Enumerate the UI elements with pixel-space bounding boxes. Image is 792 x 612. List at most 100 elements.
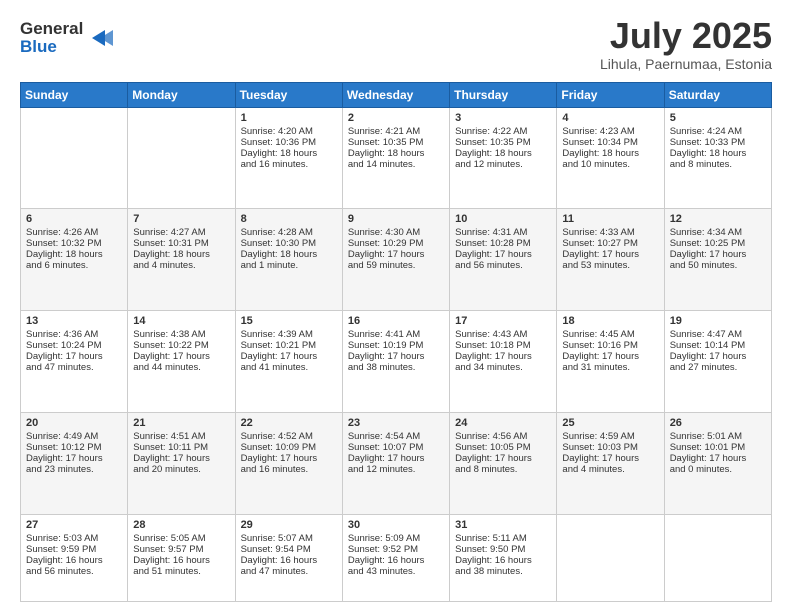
col-header-tuesday: Tuesday: [235, 82, 342, 107]
day-info: Sunset: 10:28 PM: [455, 238, 551, 249]
calendar-cell: 2Sunrise: 4:21 AMSunset: 10:35 PMDayligh…: [342, 107, 449, 209]
day-info: and 56 minutes.: [455, 260, 551, 271]
day-info: and 38 minutes.: [455, 566, 551, 577]
day-info: Sunset: 10:14 PM: [670, 340, 766, 351]
calendar-cell: 12Sunrise: 4:34 AMSunset: 10:25 PMDaylig…: [664, 209, 771, 311]
logo-text-block: General Blue: [20, 16, 120, 63]
day-info: Daylight: 17 hours: [455, 453, 551, 464]
day-number: 9: [348, 213, 444, 225]
page: General Blue July 2025 Lihula, Paernumaa…: [0, 0, 792, 612]
day-number: 17: [455, 315, 551, 327]
day-number: 10: [455, 213, 551, 225]
day-number: 18: [562, 315, 658, 327]
day-info: Daylight: 16 hours: [26, 555, 122, 566]
col-header-friday: Friday: [557, 82, 664, 107]
calendar-cell: 7Sunrise: 4:27 AMSunset: 10:31 PMDayligh…: [128, 209, 235, 311]
calendar-cell: 20Sunrise: 4:49 AMSunset: 10:12 PMDaylig…: [21, 413, 128, 515]
day-info: and 44 minutes.: [133, 362, 229, 373]
calendar-cell: 9Sunrise: 4:30 AMSunset: 10:29 PMDayligh…: [342, 209, 449, 311]
day-info: and 59 minutes.: [348, 260, 444, 271]
day-info: and 6 minutes.: [26, 260, 122, 271]
day-info: Sunset: 10:12 PM: [26, 442, 122, 453]
day-info: Sunrise: 4:59 AM: [562, 431, 658, 442]
day-info: Sunrise: 4:34 AM: [670, 227, 766, 238]
day-info: Daylight: 17 hours: [348, 453, 444, 464]
calendar-cell: [664, 515, 771, 602]
logo: General Blue: [20, 16, 120, 63]
day-info: Daylight: 17 hours: [26, 453, 122, 464]
day-info: Sunrise: 5:09 AM: [348, 533, 444, 544]
day-info: Sunrise: 4:20 AM: [241, 126, 337, 137]
day-info: Sunrise: 5:07 AM: [241, 533, 337, 544]
day-info: Daylight: 17 hours: [348, 351, 444, 362]
day-info: Sunset: 10:07 PM: [348, 442, 444, 453]
day-info: Sunrise: 4:38 AM: [133, 329, 229, 340]
day-number: 24: [455, 417, 551, 429]
day-info: Sunset: 9:57 PM: [133, 544, 229, 555]
day-info: Sunrise: 4:28 AM: [241, 227, 337, 238]
week-row-4: 20Sunrise: 4:49 AMSunset: 10:12 PMDaylig…: [21, 413, 772, 515]
svg-text:Blue: Blue: [20, 37, 57, 56]
day-number: 21: [133, 417, 229, 429]
calendar-cell: 16Sunrise: 4:41 AMSunset: 10:19 PMDaylig…: [342, 311, 449, 413]
day-info: Sunrise: 4:31 AM: [455, 227, 551, 238]
day-number: 6: [26, 213, 122, 225]
calendar-cell: 19Sunrise: 4:47 AMSunset: 10:14 PMDaylig…: [664, 311, 771, 413]
day-info: Sunset: 10:05 PM: [455, 442, 551, 453]
col-header-saturday: Saturday: [664, 82, 771, 107]
day-info: and 0 minutes.: [670, 464, 766, 475]
day-info: and 31 minutes.: [562, 362, 658, 373]
calendar-cell: 10Sunrise: 4:31 AMSunset: 10:28 PMDaylig…: [450, 209, 557, 311]
calendar-cell: [128, 107, 235, 209]
day-info: Sunrise: 4:33 AM: [562, 227, 658, 238]
day-number: 2: [348, 112, 444, 124]
day-info: Daylight: 17 hours: [241, 351, 337, 362]
calendar-cell: 15Sunrise: 4:39 AMSunset: 10:21 PMDaylig…: [235, 311, 342, 413]
calendar-cell: 17Sunrise: 4:43 AMSunset: 10:18 PMDaylig…: [450, 311, 557, 413]
day-number: 30: [348, 519, 444, 531]
day-info: and 1 minute.: [241, 260, 337, 271]
day-info: and 16 minutes.: [241, 464, 337, 475]
calendar-cell: 18Sunrise: 4:45 AMSunset: 10:16 PMDaylig…: [557, 311, 664, 413]
day-info: Sunset: 10:35 PM: [455, 137, 551, 148]
day-number: 12: [670, 213, 766, 225]
day-info: Sunrise: 4:27 AM: [133, 227, 229, 238]
day-number: 13: [26, 315, 122, 327]
calendar-cell: 31Sunrise: 5:11 AMSunset: 9:50 PMDayligh…: [450, 515, 557, 602]
header: General Blue July 2025 Lihula, Paernumaa…: [20, 16, 772, 72]
day-info: and 10 minutes.: [562, 159, 658, 170]
day-info: and 38 minutes.: [348, 362, 444, 373]
day-info: and 16 minutes.: [241, 159, 337, 170]
day-info: Sunrise: 4:49 AM: [26, 431, 122, 442]
week-row-3: 13Sunrise: 4:36 AMSunset: 10:24 PMDaylig…: [21, 311, 772, 413]
day-info: Sunrise: 5:03 AM: [26, 533, 122, 544]
day-info: Sunrise: 4:24 AM: [670, 126, 766, 137]
day-info: Sunset: 10:25 PM: [670, 238, 766, 249]
day-info: Sunrise: 4:54 AM: [348, 431, 444, 442]
day-info: and 50 minutes.: [670, 260, 766, 271]
day-info: and 56 minutes.: [26, 566, 122, 577]
day-info: and 8 minutes.: [670, 159, 766, 170]
day-info: and 4 minutes.: [133, 260, 229, 271]
calendar-cell: 30Sunrise: 5:09 AMSunset: 9:52 PMDayligh…: [342, 515, 449, 602]
day-info: and 47 minutes.: [26, 362, 122, 373]
day-info: Daylight: 16 hours: [455, 555, 551, 566]
day-info: Sunrise: 4:23 AM: [562, 126, 658, 137]
week-row-5: 27Sunrise: 5:03 AMSunset: 9:59 PMDayligh…: [21, 515, 772, 602]
day-info: and 12 minutes.: [455, 159, 551, 170]
day-info: Sunset: 10:19 PM: [348, 340, 444, 351]
day-info: Daylight: 16 hours: [241, 555, 337, 566]
day-info: Sunset: 10:03 PM: [562, 442, 658, 453]
calendar-cell: 21Sunrise: 4:51 AMSunset: 10:11 PMDaylig…: [128, 413, 235, 515]
day-info: Daylight: 17 hours: [241, 453, 337, 464]
day-info: Daylight: 18 hours: [26, 249, 122, 260]
day-number: 29: [241, 519, 337, 531]
day-info: Sunrise: 4:39 AM: [241, 329, 337, 340]
day-info: Daylight: 18 hours: [241, 249, 337, 260]
calendar-cell: [557, 515, 664, 602]
day-info: Daylight: 17 hours: [562, 351, 658, 362]
day-info: and 12 minutes.: [348, 464, 444, 475]
calendar-cell: 24Sunrise: 4:56 AMSunset: 10:05 PMDaylig…: [450, 413, 557, 515]
col-header-thursday: Thursday: [450, 82, 557, 107]
day-info: and 20 minutes.: [133, 464, 229, 475]
